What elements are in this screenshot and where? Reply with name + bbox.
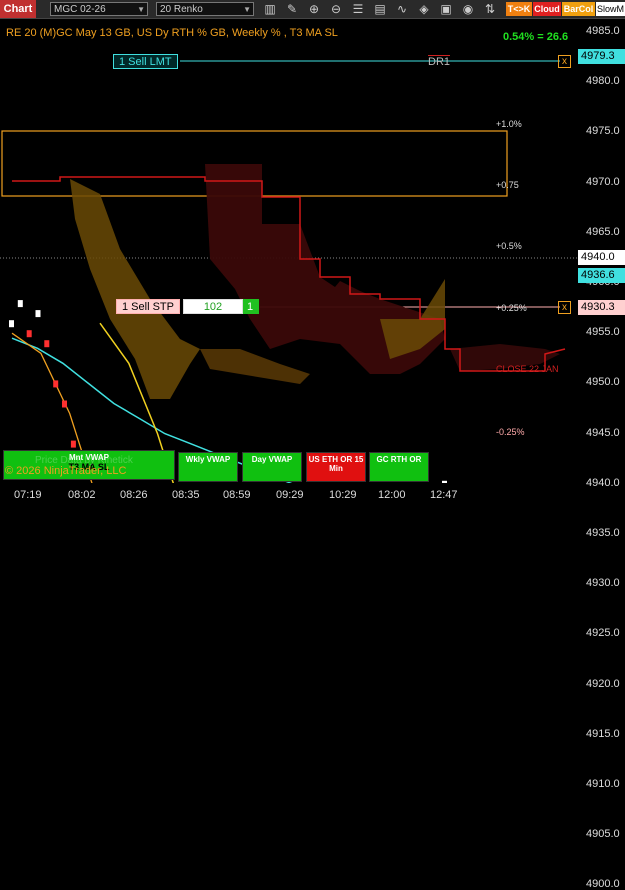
y-tick-label: 4955.0 [586, 326, 620, 339]
sell-lmt-order-tag[interactable]: 1 Sell LMT [113, 54, 178, 69]
renko-brick [9, 320, 14, 328]
cancel-lmt-icon[interactable]: x [558, 55, 571, 68]
barcol-toggle-button[interactable]: BarCol [562, 2, 595, 16]
tk-toggle-button[interactable]: T<>K [506, 2, 532, 16]
renko-brick [17, 300, 23, 308]
bar-type-value: 20 Renko [160, 4, 203, 15]
renko-brick [53, 380, 59, 388]
chart-trader-icon[interactable]: ⇅ [482, 1, 498, 17]
gold-cloud [70, 179, 200, 399]
indicators-icon[interactable]: ∿ [394, 1, 410, 17]
x-tick-label: 12:00 [378, 489, 406, 501]
toolbar: Chart MGC 02-26 ▼ 20 Renko ▼ ▥ ✎ ⊕ ⊖ ☰ ▤ ∿… [0, 0, 625, 19]
y-tick-label: 4920.0 [586, 677, 620, 690]
lock-icon[interactable]: ▣ [438, 1, 454, 17]
y-tick-label: 4935.0 [586, 527, 620, 539]
gold-cloud-2 [200, 349, 310, 384]
data-provider-watermark: Price Data by Kinetick [35, 455, 133, 466]
y-tick-label: 4900.0 [586, 878, 620, 890]
renko-brick [44, 340, 50, 348]
x-tick-label: 07:19 [14, 489, 42, 501]
strategy-icon[interactable]: ◈ [416, 1, 432, 17]
x-tick-label: 08:26 [120, 489, 148, 501]
renko-brick [26, 330, 32, 338]
bar-chart-icon[interactable]: ▥ [262, 1, 278, 17]
wkly-vwap-button[interactable]: Wkly VWAP [178, 452, 238, 482]
sell-stp-order-tag[interactable]: 1 Sell STP [116, 299, 180, 314]
y-tick-label: 4970.0 [586, 175, 620, 188]
stp-quantity-field[interactable]: 102 [183, 299, 243, 314]
slowm-toggle-button[interactable]: SlowM [596, 2, 625, 16]
instrument-value: MGC 02-26 [54, 4, 106, 15]
us-eth-or-button[interactable]: US ETH OR 15 Min [306, 452, 366, 482]
y-tick-label: 4980.0 [586, 75, 620, 88]
sell-lmt-price-marker: 4979.3 [578, 49, 625, 64]
pivot-plus-1-label: +1.0% [496, 119, 522, 129]
daily-change: 0.54% = 26.6 [503, 31, 569, 43]
prior-close-label: CLOSE 22 JAN [496, 364, 559, 374]
pivot-minus-025-label: -0.25% [496, 427, 525, 437]
zoom-in-icon[interactable]: ⊕ [306, 1, 322, 17]
renko-brick [62, 400, 67, 408]
y-tick-label: 4985.0 [586, 25, 620, 37]
instrument-select[interactable]: MGC 02-26 ▼ [50, 2, 148, 16]
stp-qty-badge[interactable]: 1 [243, 299, 259, 314]
renko-brick [70, 440, 76, 448]
price-chart[interactable] [0, 19, 580, 483]
x-tick-label: 08:02 [68, 489, 96, 501]
bar-type-select[interactable]: 20 Renko ▼ [156, 2, 254, 16]
chevron-down-icon: ▼ [137, 5, 145, 14]
gc-rth-or-button[interactable]: GC RTH OR [369, 452, 429, 482]
day-vwap-button[interactable]: Day VWAP [242, 452, 302, 482]
y-tick-label: 4905.0 [586, 828, 620, 841]
pivot-plus-075-label: +0.75 [496, 180, 519, 190]
y-tick-label: 4975.0 [586, 125, 620, 138]
chart-title: RE 20 (M)GC May 13 GB, US Dy RTH % GB, W… [6, 27, 338, 39]
drawing-tool-icon[interactable]: ✎ [284, 1, 300, 17]
x-tick-label: 08:59 [223, 489, 251, 501]
y-tick-label: 4950.0 [586, 376, 620, 389]
renko-brick [35, 310, 41, 318]
y-tick-label: 4910.0 [586, 778, 620, 790]
y-tick-label: 4925.0 [586, 627, 620, 640]
templates-icon[interactable]: ▤ [372, 1, 388, 17]
sell-stp-price-marker: 4930.3 [578, 300, 625, 315]
cloud-toggle-button[interactable]: Cloud [533, 2, 561, 16]
chevron-down-icon: ▼ [243, 5, 251, 14]
cancel-stp-icon[interactable]: x [558, 301, 571, 314]
ma-price-marker: 4936.6 [578, 268, 625, 283]
y-tick-label: 4940.0 [586, 476, 620, 489]
pivot-plus-05-label: +0.5% [496, 241, 522, 251]
last-price-marker: 4940.0 [578, 250, 625, 265]
properties-icon[interactable]: ☰ [350, 1, 366, 17]
y-tick-label: 4930.0 [586, 577, 620, 590]
y-tick-label: 4915.0 [586, 727, 620, 740]
zoom-out-icon[interactable]: ⊖ [328, 1, 344, 17]
dr1-label: DR1 [428, 55, 451, 68]
y-tick-label: 4945.0 [586, 426, 620, 439]
time-axis[interactable]: 07:19 08:02 08:26 08:35 08:59 09:29 10:29 12:00… [0, 483, 580, 508]
x-tick-label: 10:29 [329, 489, 357, 501]
globe-icon[interactable]: ◉ [460, 1, 476, 17]
y-tick-label: 4965.0 [586, 225, 620, 238]
x-tick-label: 08:35 [172, 489, 200, 501]
copyright-text: © 2026 NinjaTrader, LLC [5, 465, 127, 477]
x-tick-label: 09:29 [276, 489, 304, 501]
chart-label: Chart [0, 0, 36, 18]
x-tick-label: 12:47 [430, 489, 458, 501]
pivot-plus-025-label: +0.25% [496, 303, 527, 313]
